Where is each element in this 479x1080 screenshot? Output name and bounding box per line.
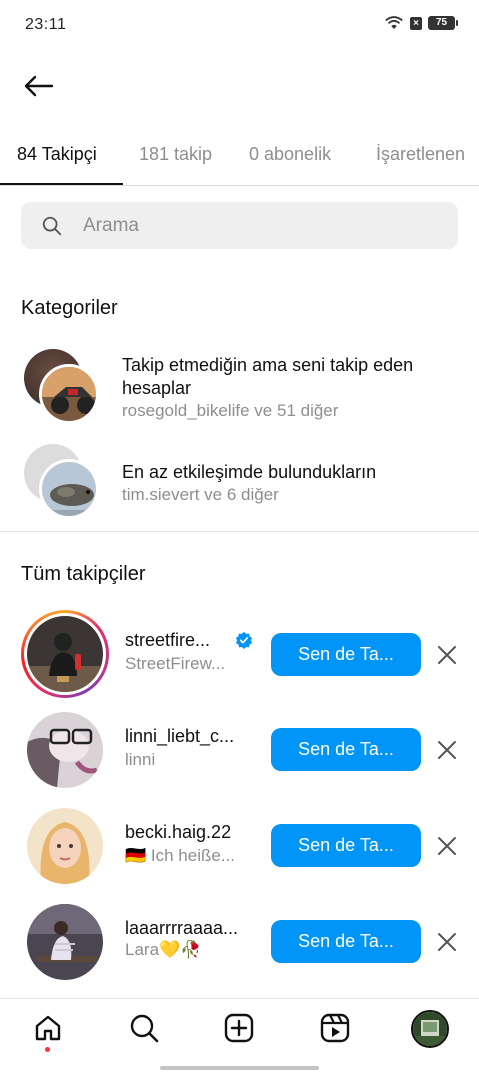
active-tab-indicator — [0, 183, 123, 185]
wifi-icon — [385, 16, 403, 29]
follow-back-button[interactable]: Sen de Ta... — [271, 728, 421, 771]
nav-create[interactable] — [222, 1011, 256, 1045]
category-text: En az etkileşimde bulundukların tim.siev… — [122, 461, 452, 505]
follower-username[interactable]: becki.haig.22 — [125, 822, 255, 843]
nav-reels[interactable] — [318, 1011, 352, 1045]
follow-back-button[interactable]: Sen de Ta... — [271, 824, 421, 867]
category-avatar-stack — [24, 349, 104, 429]
avatar — [39, 364, 99, 424]
nav-home[interactable] — [31, 1011, 65, 1045]
sim-off-icon: × — [410, 16, 422, 30]
follower-username[interactable]: streetfire... — [125, 630, 233, 651]
follower-row[interactable]: streetfire... StreetFirew... Sen de Ta..… — [0, 608, 479, 698]
category-subtitle: tim.sievert ve 6 diğer — [122, 485, 279, 504]
back-button[interactable] — [18, 68, 58, 104]
remove-follower-button[interactable] — [434, 737, 460, 763]
follower-row[interactable]: becki.haig.22 🇩🇪 Ich heiße... Sen de Ta.… — [0, 800, 479, 890]
follow-back-button[interactable]: Sen de Ta... — [271, 920, 421, 963]
follower-fullname: Lara💛🥀 — [125, 940, 202, 959]
remove-follower-button[interactable] — [434, 929, 460, 955]
close-icon — [438, 741, 456, 759]
category-avatar-stack — [24, 444, 104, 524]
profile-avatar — [411, 1010, 449, 1048]
follow-back-button[interactable]: Sen de Ta... — [271, 633, 421, 676]
follower-username[interactable]: linni_liebt_c... — [125, 726, 255, 747]
avatar[interactable] — [27, 808, 103, 884]
bottom-navigation — [0, 998, 479, 1080]
avatar[interactable] — [27, 904, 103, 980]
avatar — [39, 459, 99, 519]
search-bar[interactable] — [21, 202, 458, 249]
search-icon — [130, 1014, 159, 1043]
notification-dot — [45, 1047, 50, 1052]
category-title: Takip etmediğin ama seni takip eden hesa… — [122, 355, 414, 398]
avatar[interactable] — [27, 712, 103, 788]
create-icon — [224, 1013, 254, 1043]
follower-username[interactable]: laaarrrraaaa... — [125, 918, 255, 939]
tab-bar: 84 Takipçi 181 takip 0 abonelik İşaretle… — [0, 124, 479, 186]
category-text: Takip etmediğin ama seni takip eden hesa… — [122, 354, 452, 421]
nav-profile[interactable] — [410, 1009, 450, 1049]
status-icons: × 75 — [384, 15, 458, 31]
remove-follower-button[interactable] — [434, 833, 460, 859]
follower-fullname: 🇩🇪 Ich heiße... — [125, 846, 235, 865]
close-icon — [438, 933, 456, 951]
fish-photo — [42, 462, 96, 516]
tab-followers[interactable]: 84 Takipçi — [17, 144, 97, 165]
home-indicator — [160, 1066, 319, 1070]
arrow-left-icon — [24, 75, 54, 97]
follower-fullname: linni — [125, 750, 156, 769]
home-icon — [35, 1015, 61, 1041]
battery-icon: 75 — [428, 16, 458, 30]
category-not-following-back[interactable]: Takip etmediğin ama seni takip eden hesa… — [0, 347, 479, 427]
close-icon — [438, 646, 456, 664]
tab-flagged[interactable]: İşaretlenen — [376, 144, 465, 165]
categories-title: Kategoriler — [21, 297, 118, 319]
category-title: En az etkileşimde bulundukların — [122, 462, 377, 482]
tab-following[interactable]: 181 takip — [139, 144, 212, 165]
status-bar: 23:11 × 75 — [0, 0, 479, 52]
story-ring[interactable] — [21, 610, 109, 698]
motorbike-photo — [42, 367, 96, 421]
tab-subscriptions[interactable]: 0 abonelik — [249, 144, 331, 165]
remove-follower-button[interactable] — [434, 642, 460, 668]
category-least-interacted[interactable]: En az etkileşimde bulundukların tim.siev… — [0, 443, 479, 523]
close-icon — [438, 837, 456, 855]
followers-title: Tüm takipçiler — [21, 563, 146, 585]
search-input[interactable] — [83, 214, 403, 237]
follower-fullname: StreetFirew... — [125, 654, 226, 673]
verified-badge-icon — [235, 631, 253, 649]
search-icon — [42, 216, 62, 235]
nav-search[interactable] — [127, 1011, 161, 1045]
category-subtitle: rosegold_bikelife ve 51 diğer — [122, 401, 339, 420]
follower-row[interactable]: linni_liebt_c... linni Sen de Ta... — [0, 704, 479, 794]
follower-row[interactable]: laaarrrraaaa... Lara💛🥀 Sen de Ta... — [0, 896, 479, 986]
avatar — [27, 616, 103, 692]
status-time: 23:11 — [25, 16, 67, 33]
reels-icon — [320, 1013, 350, 1043]
section-divider — [0, 531, 479, 532]
